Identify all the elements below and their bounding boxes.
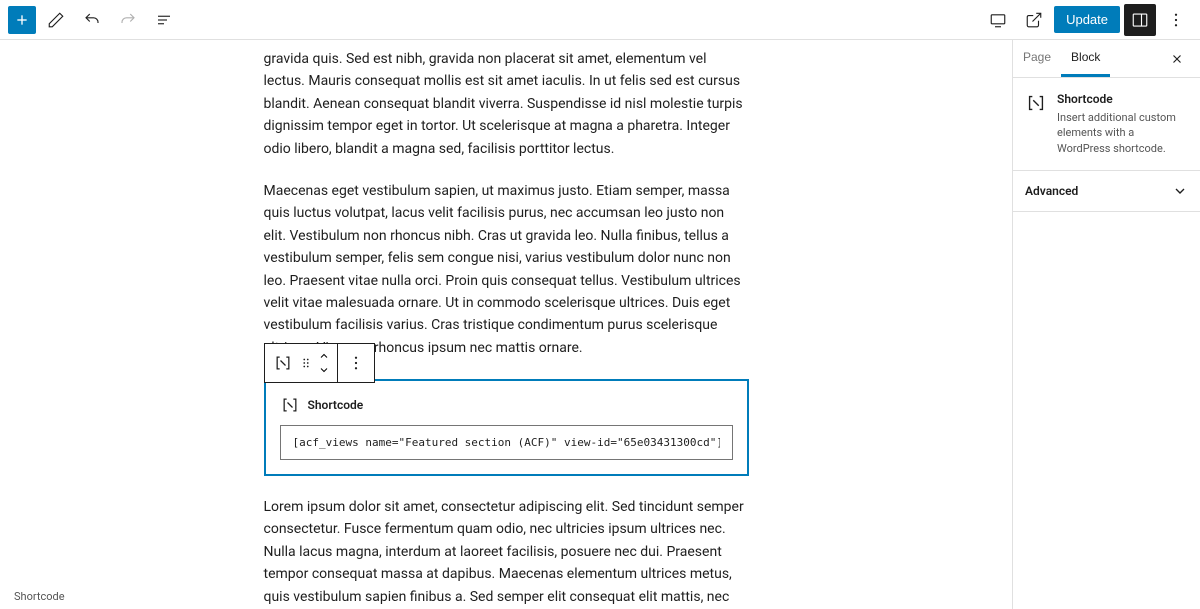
shortcode-label: Shortcode — [308, 398, 364, 412]
more-vertical-icon — [1167, 11, 1185, 29]
list-view-icon — [155, 11, 173, 29]
shortcode-icon — [1025, 92, 1047, 114]
options-button[interactable] — [1160, 4, 1192, 36]
move-down-button[interactable] — [315, 363, 333, 377]
redo-icon — [119, 11, 137, 29]
settings-sidebar-button[interactable] — [1124, 4, 1156, 36]
advanced-panel-title: Advanced — [1025, 184, 1078, 198]
view-button[interactable] — [982, 4, 1014, 36]
shortcode-icon — [273, 353, 293, 373]
add-block-button[interactable] — [8, 6, 36, 34]
preview-button[interactable] — [1018, 4, 1050, 36]
external-icon — [1025, 11, 1043, 29]
drag-handle[interactable] — [297, 345, 315, 381]
block-options-button[interactable] — [342, 345, 370, 381]
shortcode-block[interactable]: Shortcode — [264, 379, 749, 476]
close-sidebar-button[interactable] — [1166, 48, 1188, 70]
redo-button[interactable] — [112, 4, 144, 36]
pencil-icon — [47, 11, 65, 29]
chevron-up-icon — [318, 350, 330, 362]
desktop-icon — [989, 11, 1007, 29]
tab-page[interactable]: Page — [1013, 40, 1061, 77]
chevron-down-icon — [1172, 183, 1188, 199]
tools-button[interactable] — [40, 4, 72, 36]
advanced-panel[interactable]: Advanced — [1013, 171, 1200, 212]
block-toolbar — [264, 343, 375, 383]
tab-block[interactable]: Block — [1061, 40, 1110, 77]
block-info-description: Insert additional custom elements with a… — [1057, 110, 1188, 156]
editor-canvas[interactable]: gravida quis. Sed est nibh, gravida non … — [0, 40, 1012, 609]
top-toolbar: Update — [0, 0, 1200, 40]
paragraph-block[interactable]: Maecenas eget vestibulum sapien, ut maxi… — [264, 180, 749, 359]
more-vertical-icon — [347, 354, 365, 372]
close-icon — [1170, 52, 1184, 66]
settings-sidebar: Page Block Shortcode Insert additional c… — [1012, 40, 1200, 609]
breadcrumb[interactable]: Shortcode — [14, 590, 65, 603]
move-up-button[interactable] — [315, 349, 333, 363]
plus-icon — [14, 12, 30, 28]
undo-button[interactable] — [76, 4, 108, 36]
block-info-title: Shortcode — [1057, 92, 1188, 106]
block-info-panel: Shortcode Insert additional custom eleme… — [1013, 78, 1200, 171]
shortcode-input[interactable] — [280, 425, 733, 460]
paragraph-block[interactable]: gravida quis. Sed est nibh, gravida non … — [264, 48, 749, 160]
shortcode-icon — [280, 395, 300, 415]
document-overview-button[interactable] — [148, 4, 180, 36]
sidebar-icon — [1131, 11, 1149, 29]
update-button[interactable]: Update — [1054, 6, 1120, 33]
undo-icon — [83, 11, 101, 29]
drag-icon — [299, 356, 313, 370]
chevron-down-icon — [318, 364, 330, 376]
paragraph-block[interactable]: Lorem ipsum dolor sit amet, consectetur … — [264, 496, 749, 609]
block-type-button[interactable] — [269, 345, 297, 381]
